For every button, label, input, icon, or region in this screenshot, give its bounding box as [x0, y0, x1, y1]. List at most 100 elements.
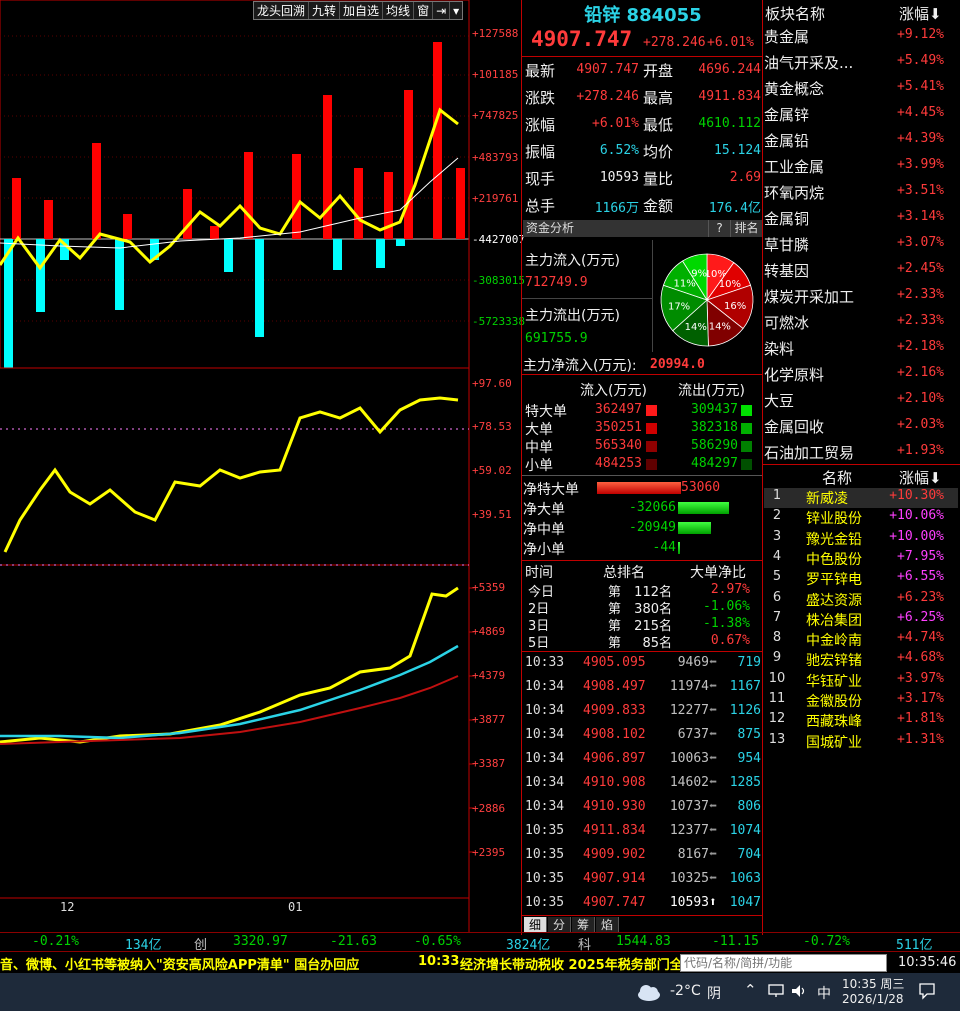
sector-name: 化学原料 [764, 366, 825, 384]
stock-row[interactable]: 1 新威凌 +10.30% [764, 488, 958, 508]
tick-tab[interactable]: 细 [524, 917, 547, 933]
sector-row[interactable]: 转基因 +2.45% [764, 257, 958, 283]
tick-row[interactable]: 10:34 4910.930 10737 ⬅ 806 [523, 796, 763, 820]
help-icon[interactable]: ? [708, 220, 730, 237]
sector-row[interactable]: 工业金属 +3.99% [764, 153, 958, 179]
toolbar-ma[interactable]: 均线 [383, 2, 415, 19]
tick-time: 10:34 [525, 751, 565, 766]
sector-row[interactable]: 金属回收 +2.03% [764, 413, 958, 439]
tick-volume: 14602 [669, 775, 709, 790]
tick-deal-count: 954 [737, 751, 761, 766]
sector-row[interactable]: 金属锌 +4.45% [764, 101, 958, 127]
tick-row[interactable]: 10:35 4911.834 12377 ⬅ 1074 [523, 820, 763, 844]
sector-row[interactable]: 金属铅 +4.39% [764, 127, 958, 153]
tick-row[interactable]: 10:34 4910.908 14602 ⬅ 1285 [523, 772, 763, 796]
toolbar-longtou[interactable]: 龙头回溯 [254, 2, 310, 19]
sector-row[interactable]: 金属铜 +3.14% [764, 205, 958, 231]
sector-row[interactable]: 染料 +2.18% [764, 335, 958, 361]
ime-indicator[interactable]: 中 [817, 983, 831, 1003]
tick-row[interactable]: 10:33 4905.095 9469 ⬅ 719 [523, 652, 763, 676]
tick-row[interactable]: 10:35 4909.902 8167 ⬅ 704 [523, 844, 763, 868]
volume-bar-down [115, 239, 124, 310]
stock-search-input[interactable] [680, 954, 887, 972]
rank-value: 85名 [642, 636, 672, 651]
tick-row[interactable]: 10:34 4908.102 6737 ⬅ 875 [523, 724, 763, 748]
weather-temp[interactable]: -2°C [670, 983, 701, 999]
stock-row[interactable]: 5 罗平锌电 +6.55% [764, 569, 958, 589]
notification-icon[interactable] [918, 982, 936, 1000]
stock-row[interactable]: 7 株冶集团 +6.25% [764, 610, 958, 630]
stock-row[interactable]: 11 金徽股份 +3.17% [764, 691, 958, 711]
news-right[interactable]: 经济增长带动税收 2025年税务部门全年 [460, 954, 680, 973]
stock-row[interactable]: 4 中色股份 +7.95% [764, 549, 958, 569]
quote-label: 均价 [643, 143, 674, 161]
arrow-left-icon: ⬅ [709, 871, 717, 886]
sector-pct: +9.12% [897, 27, 944, 42]
sector-row[interactable]: 环氧丙烷 +3.51% [764, 179, 958, 205]
sector-row[interactable]: 大豆 +2.10% [764, 387, 958, 413]
toolbar-jiuzhuan[interactable]: 九转 [309, 2, 341, 19]
stock-row[interactable]: 12 西藏珠峰 +1.81% [764, 711, 958, 731]
speaker-icon[interactable] [791, 984, 807, 998]
rank-ratio: -1.38% [703, 616, 750, 631]
stock-row[interactable]: 3 豫光金铅 +10.00% [764, 529, 958, 549]
axis-label: +59.02 [472, 464, 512, 477]
tick-tab[interactable]: 焰 [596, 917, 619, 933]
sector-row[interactable]: 贵金属 +9.12% [764, 23, 958, 49]
rank-col-time: 时间 [525, 565, 553, 581]
taskbar-time[interactable]: 10:35 周三 [842, 975, 904, 992]
tick-row[interactable]: 10:34 4906.897 10063 ⬅ 954 [523, 748, 763, 772]
net-flow-bar-negative [678, 502, 729, 514]
sector-row[interactable]: 黄金概念 +5.41% [764, 75, 958, 101]
flow-out-value: 586290 [691, 438, 738, 453]
sector-row[interactable]: 化学原料 +2.16% [764, 361, 958, 387]
sector-col-pct[interactable]: 涨幅⬇ [899, 3, 942, 24]
tick-row[interactable]: 10:35 4907.914 10325 ⬅ 1063 [523, 868, 763, 892]
network-icon[interactable] [768, 984, 784, 998]
chevron-up-icon[interactable]: ⌃ [744, 981, 757, 999]
stock-row[interactable]: 9 驰宏锌锗 +4.68% [764, 650, 958, 670]
taskbar-date[interactable]: 2026/1/28 [842, 992, 904, 1006]
stock-row[interactable]: 8 中金岭南 +4.74% [764, 630, 958, 650]
quote-value: 15.124 [714, 143, 761, 158]
volume-bar-up [292, 154, 301, 239]
flow-row-label: 大单 [525, 422, 553, 438]
chart-area[interactable] [0, 0, 522, 935]
quote-label: 总手 [525, 197, 556, 215]
stock-row[interactable]: 13 国城矿业 +1.31% [764, 732, 958, 752]
sector-col-name[interactable]: 板块名称 [765, 3, 825, 24]
sector-row[interactable]: 煤炭开采加工 +2.33% [764, 283, 958, 309]
stock-col-name[interactable]: 名称 [822, 467, 852, 488]
rank-col-total: 总排名 [603, 565, 645, 581]
toolbar-add-watch[interactable]: 加自选 [340, 2, 384, 19]
index-item: 3320.97 [233, 934, 288, 949]
sector-name: 黄金概念 [764, 80, 825, 98]
tick-deal-count: 1074 [729, 823, 761, 838]
stock-row[interactable]: 6 盛达资源 +6.23% [764, 590, 958, 610]
toolbar-dropdown-icon[interactable]: ▾ [450, 2, 462, 19]
sector-row[interactable]: 石油加工贸易 +1.93% [764, 439, 958, 465]
tick-tab[interactable]: 筹 [572, 917, 595, 933]
tick-row[interactable]: 10:35 4907.747 10593 ⬆ 1047 [523, 892, 763, 916]
news-time: 10:33 [418, 954, 460, 969]
stock-col-pct[interactable]: 涨幅⬇ [899, 467, 942, 488]
net-flow-label: 净特大单 [523, 482, 579, 498]
tick-tab[interactable]: 分 [548, 917, 571, 933]
weather-desc[interactable]: 阴 [707, 983, 721, 1003]
toolbar-nav-icon[interactable]: ⇥ [433, 2, 451, 19]
stock-row[interactable]: 10 华钰矿业 +3.97% [764, 671, 958, 691]
news-left[interactable]: 音、微博、小红书等被纳入"资安高风险APP清单" 国台办回应 [0, 954, 359, 973]
rank-button[interactable]: 排名 [730, 220, 762, 237]
sector-row[interactable]: 油气开采及... +5.49% [764, 49, 958, 75]
axis-label: +219761 [472, 192, 519, 205]
capital-header: 资金分析 [523, 220, 708, 237]
stock-row[interactable]: 2 锌业股份 +10.06% [764, 508, 958, 528]
news-bar[interactable]: 音、微博、小红书等被纳入"资安高风险APP清单" 国台办回应 10:33 经济增… [0, 953, 960, 973]
sector-name: 工业金属 [764, 158, 825, 176]
sector-row[interactable]: 可燃冰 +2.33% [764, 309, 958, 335]
sector-row[interactable]: 草甘膦 +3.07% [764, 231, 958, 257]
tick-volume: 10325 [669, 871, 709, 886]
toolbar-window[interactable]: 窗 [414, 2, 434, 19]
tick-row[interactable]: 10:34 4908.497 11974 ⬅ 1167 [523, 676, 763, 700]
tick-row[interactable]: 10:34 4909.833 12277 ⬅ 1126 [523, 700, 763, 724]
